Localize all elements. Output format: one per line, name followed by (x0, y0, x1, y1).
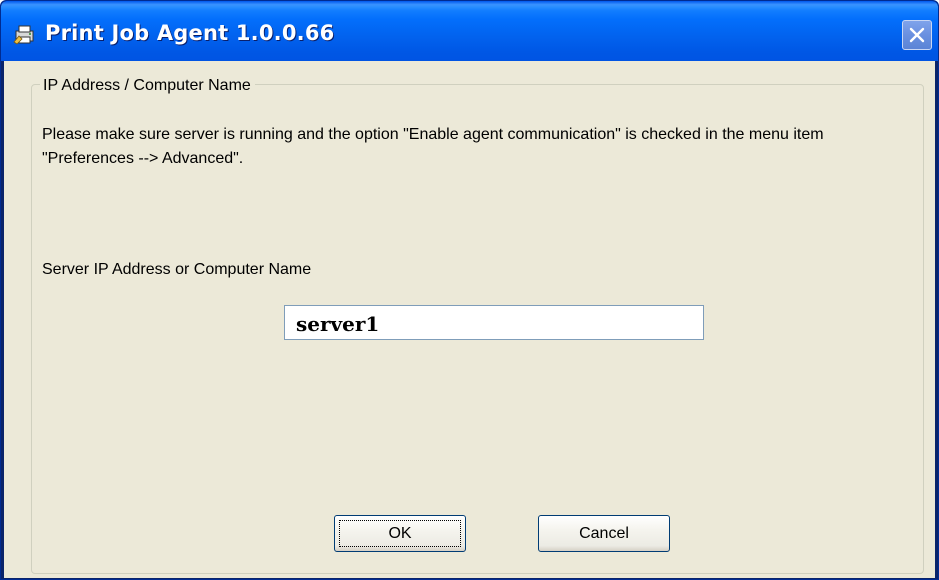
close-icon (909, 27, 925, 43)
title-bar[interactable]: Print Job Agent 1.0.0.66 (1, 1, 938, 61)
cancel-button-label: Cancel (579, 525, 629, 542)
groupbox-legend: IP Address / Computer Name (40, 77, 255, 95)
cancel-button[interactable]: Cancel (538, 515, 670, 552)
instruction-message: Please make sure server is running and t… (42, 126, 824, 167)
printer-agent-icon (13, 25, 34, 45)
ok-button-label: OK (388, 525, 412, 542)
dialog-window: Print Job Agent 1.0.0.66 IP Address / Co… (0, 0, 939, 580)
ok-button[interactable]: OK (334, 515, 466, 552)
window-title: Print Job Agent 1.0.0.66 (45, 21, 335, 45)
dialog-body: IP Address / Computer Name Please make s… (4, 61, 935, 578)
close-button[interactable] (902, 20, 932, 50)
server-address-input[interactable] (284, 305, 704, 340)
server-field-label: Server IP Address or Computer Name (42, 261, 312, 278)
